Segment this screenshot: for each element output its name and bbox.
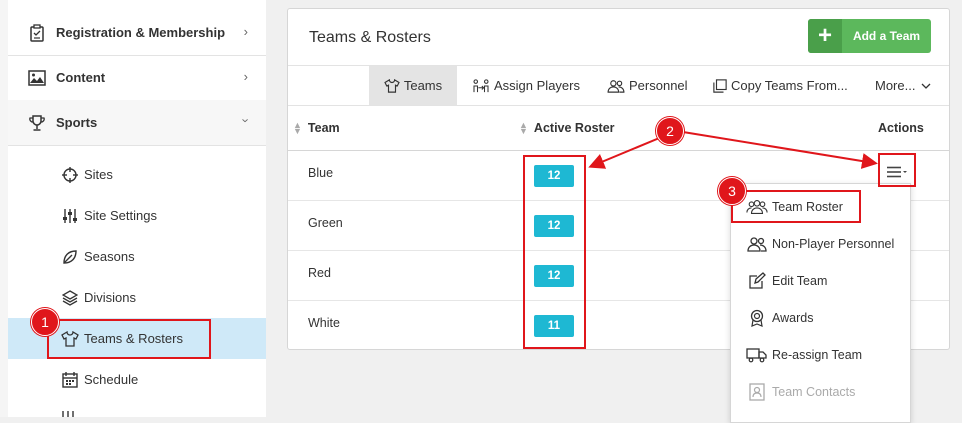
sidebar-item-registration[interactable]: Registration & Membership ›: [8, 10, 266, 55]
menu-item-label: Team Contacts: [772, 384, 856, 399]
sidebar-sub-schedule[interactable]: Schedule: [8, 359, 266, 400]
tab-label: Teams: [403, 78, 443, 93]
leaf-icon: [60, 247, 80, 267]
team-name-cell: Green: [308, 216, 343, 230]
team-name-cell: Blue: [308, 166, 334, 180]
sliders-icon: [60, 206, 80, 226]
column-header-actions: Actions: [878, 121, 924, 135]
tab-personnel[interactable]: Personnel: [607, 66, 688, 105]
tab-label: More...: [875, 78, 916, 93]
sidebar-item-label: Content: [56, 70, 106, 85]
layers-icon: [60, 288, 80, 308]
callout-1: 1: [31, 308, 59, 336]
menu-item-label: Non-Player Personnel: [772, 236, 895, 251]
copy-icon: [713, 78, 727, 93]
sidebar-sub-label: Sites: [84, 167, 113, 182]
sidebar-sub-sites[interactable]: Sites: [8, 154, 266, 195]
highlight-box-teams-rosters: [47, 319, 211, 359]
sidebar-sub-seasons[interactable]: Seasons: [8, 236, 266, 277]
menu-item-label: Awards: [772, 310, 814, 325]
chevron-right-icon: ›: [243, 69, 248, 84]
edit-icon: [746, 270, 768, 292]
menu-item-reassign-team[interactable]: Re-assign Team: [731, 336, 910, 373]
tab-copy-teams[interactable]: Copy Teams From...: [713, 66, 848, 105]
chevron-right-icon: ›: [243, 24, 248, 39]
menu-item-label: Edit Team: [772, 273, 828, 288]
sidebar-sub-label: Seasons: [84, 249, 135, 264]
trophy-icon: [26, 112, 48, 134]
tab-label: Assign Players: [494, 78, 580, 93]
page-title: Teams & Rosters: [309, 29, 431, 46]
sidebar-item-sports[interactable]: Sports ›: [8, 100, 266, 145]
header-divider: [288, 150, 949, 151]
sidebar-next-item-partial: [60, 407, 100, 417]
clipboard-icon: [26, 22, 48, 44]
team-name-cell: Red: [308, 266, 331, 280]
sidebar-sub-label: Site Settings: [84, 208, 157, 223]
menu-item-team-contacts: Team Contacts: [731, 373, 910, 410]
menu-item-edit-team[interactable]: Edit Team: [731, 262, 910, 299]
tab-teams[interactable]: Teams: [369, 66, 457, 105]
tab-label: Personnel: [629, 78, 688, 93]
column-header-team[interactable]: ▲ ▼ Team: [293, 120, 340, 136]
menu-item-non-player-personnel[interactable]: Non-Player Personnel: [731, 225, 910, 262]
callout-3: 3: [718, 177, 746, 205]
crosshair-icon: [60, 165, 80, 185]
sort-icon: ▲ ▼: [293, 120, 302, 136]
award-icon: [746, 307, 768, 329]
users-icon: [607, 79, 625, 93]
sidebar-item-content[interactable]: Content ›: [8, 55, 266, 100]
highlight-box-actions-button: [878, 153, 916, 187]
image-icon: [26, 67, 48, 89]
plus-icon: +: [808, 19, 842, 53]
sidebar-item-label: Registration & Membership: [56, 25, 226, 40]
tab-more[interactable]: More...: [875, 66, 935, 105]
highlight-box-team-roster: [731, 190, 861, 223]
truck-icon: [746, 344, 768, 366]
assign-players-icon: [473, 78, 489, 92]
column-header-label: Active Roster: [533, 121, 615, 135]
sidebar-sub-site-settings[interactable]: Site Settings: [8, 195, 266, 236]
tab-bar: Teams Assign Players Personnel Copy Team…: [288, 65, 949, 106]
divider: [8, 145, 266, 146]
users-icon: [746, 233, 768, 255]
sidebar-item-label: Sports: [56, 115, 98, 130]
chevron-down-icon: [922, 83, 931, 89]
sort-icon: ▲ ▼: [519, 120, 528, 136]
callout-2: 2: [656, 117, 684, 145]
column-header-label: Team: [307, 121, 340, 135]
sidebar-sub-label: Divisions: [84, 290, 137, 305]
shirt-icon: [384, 78, 400, 93]
highlight-box-active-roster: [523, 155, 586, 349]
chevron-down-icon: ›: [238, 118, 254, 123]
team-name-cell: White: [308, 316, 340, 330]
sidebar-sub-label: Schedule: [84, 372, 139, 387]
column-header-active-roster[interactable]: ▲ ▼ Active Roster: [519, 120, 615, 136]
calendar-icon: [60, 370, 80, 390]
menu-item-awards[interactable]: Awards: [731, 299, 910, 336]
tab-label: Copy Teams From...: [731, 78, 848, 93]
add-team-label: Add a Team: [852, 29, 921, 43]
tab-assign-players[interactable]: Assign Players: [472, 66, 580, 105]
add-team-button[interactable]: + Add a Team: [808, 19, 931, 53]
contact-card-icon: [746, 381, 768, 403]
menu-item-label: Re-assign Team: [772, 347, 863, 362]
column-header-label: Actions: [878, 121, 924, 135]
